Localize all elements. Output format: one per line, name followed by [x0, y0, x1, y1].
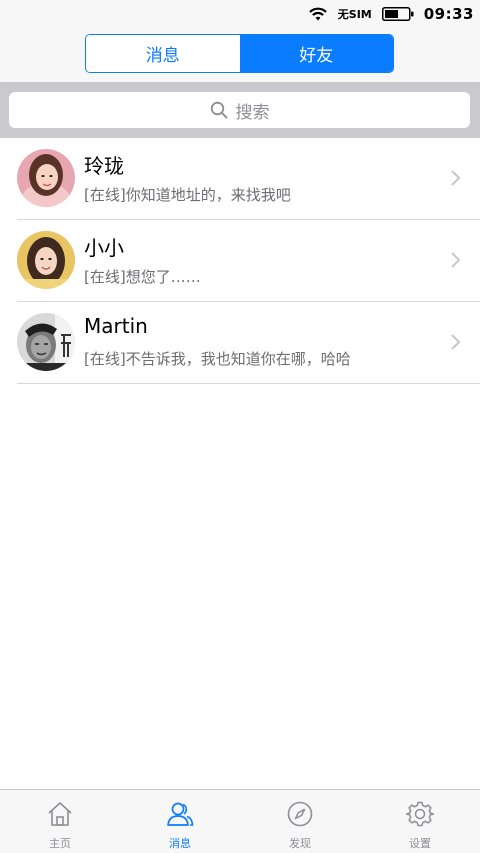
navigation-bar: 消息 好友: [0, 28, 480, 82]
tab-discover[interactable]: 发现: [240, 790, 360, 853]
tab-bar: 主页 消息 发现 设置: [0, 789, 480, 853]
tab-label: 主页: [49, 837, 71, 850]
carrier-label: 无SIM: [337, 8, 372, 21]
friend-list: 玲珑 [在线]你知道地址的，来找我吧 小小 [在线]想您了…… Martin […: [0, 138, 480, 384]
avatar-photo-icon: [17, 313, 75, 371]
search-icon: [210, 101, 227, 119]
avatar-photo-icon: [17, 149, 75, 207]
tab-label: 设置: [409, 837, 431, 850]
tab-messages[interactable]: 消息: [120, 790, 240, 853]
gear-icon: [406, 801, 434, 827]
status-time: 09:33: [423, 5, 474, 23]
tab-settings[interactable]: 设置: [360, 790, 480, 853]
avatar: [17, 149, 75, 207]
friend-row[interactable]: 小小 [在线]想您了……: [17, 220, 480, 302]
home-icon: [48, 802, 72, 826]
battery-icon: [381, 7, 414, 21]
contacts-icon: [167, 802, 194, 826]
status-bar: 无SIM 09:33: [0, 0, 480, 28]
friend-row[interactable]: 玲珑 [在线]你知道地址的，来找我吧: [17, 138, 480, 220]
friend-status-message: [在线]想您了……: [84, 268, 201, 286]
friend-status-message: [在线]不告诉我，我也知道你在哪，哈哈: [84, 350, 351, 368]
friend-name: 小小: [84, 236, 124, 260]
segment-friends[interactable]: 好友: [239, 35, 393, 72]
search-bar: 搜索: [0, 82, 480, 138]
friend-name: Martin: [84, 314, 148, 338]
status-indicators: 无SIM 09:33: [308, 3, 474, 25]
avatar-photo-icon: [17, 231, 75, 289]
friend-row[interactable]: Martin [在线]不告诉我，我也知道你在哪，哈哈: [17, 302, 480, 384]
avatar: [17, 313, 75, 371]
friend-status-message: [在线]你知道地址的，来找我吧: [84, 186, 291, 204]
search-placeholder: 搜索: [235, 102, 270, 123]
avatar: [17, 231, 75, 289]
friend-name: 玲珑: [84, 154, 124, 178]
segment-messages[interactable]: 消息: [86, 35, 240, 72]
search-input[interactable]: 搜索: [9, 92, 470, 128]
segmented-control: 消息 好友: [85, 34, 394, 73]
tab-label: 消息: [169, 837, 191, 850]
chevron-right-icon: [451, 252, 461, 268]
wifi-icon: [309, 7, 327, 21]
chevron-right-icon: [451, 334, 461, 350]
compass-icon: [287, 801, 313, 827]
tab-label: 发现: [289, 837, 311, 850]
tab-home[interactable]: 主页: [0, 790, 120, 853]
chevron-right-icon: [451, 170, 461, 186]
